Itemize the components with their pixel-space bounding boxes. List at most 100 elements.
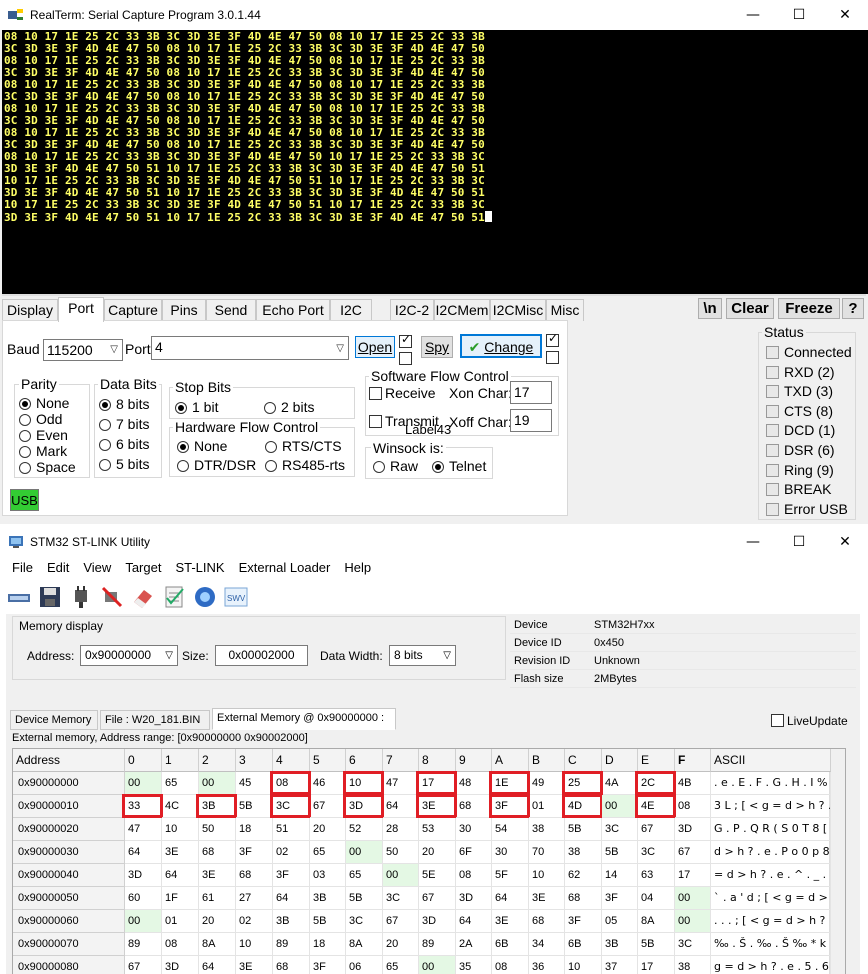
byte-cell[interactable]: 52 xyxy=(346,818,383,841)
stlink-titlebar[interactable]: STM32 ST-LINK Utility — ☐ ✕ xyxy=(0,528,868,556)
tab-i2cmisc[interactable]: I2CMisc xyxy=(490,299,546,321)
byte-cell[interactable]: 00 xyxy=(675,910,711,933)
tab-send[interactable]: Send xyxy=(206,299,256,321)
hw-flow-radio-0[interactable] xyxy=(177,441,189,453)
byte-cell[interactable]: 3F xyxy=(310,956,346,974)
byte-cell[interactable]: 08 xyxy=(492,956,529,974)
minimize-button[interactable]: — xyxy=(730,528,776,556)
byte-cell[interactable]: 17 xyxy=(675,864,711,887)
byte-cell[interactable]: 3D xyxy=(162,956,199,974)
byte-cell[interactable]: 8A xyxy=(346,933,383,956)
rocket-icon[interactable] xyxy=(192,584,218,610)
byte-cell[interactable]: 4B xyxy=(675,772,711,795)
byte-cell[interactable]: 89 xyxy=(125,933,162,956)
byte-cell[interactable]: 4E xyxy=(638,795,675,818)
byte-cell[interactable]: 18 xyxy=(310,933,346,956)
byte-cell[interactable]: 68 xyxy=(456,795,492,818)
menu-target[interactable]: Target xyxy=(125,560,161,575)
winsock-radio-1[interactable] xyxy=(432,461,444,473)
byte-cell[interactable]: 64 xyxy=(383,795,419,818)
byte-cell[interactable]: 64 xyxy=(162,864,199,887)
byte-cell[interactable]: 00 xyxy=(199,772,236,795)
plug-connect-icon[interactable] xyxy=(68,584,94,610)
swv-icon[interactable]: SWV xyxy=(223,584,249,610)
byte-cell[interactable]: 10 xyxy=(346,772,383,795)
byte-cell[interactable]: 00 xyxy=(602,795,638,818)
byte-cell[interactable]: 10 xyxy=(565,956,602,974)
byte-cell[interactable]: 35 xyxy=(456,956,492,974)
byte-cell[interactable]: 3E xyxy=(236,956,273,974)
tab-port[interactable]: Port xyxy=(58,297,104,322)
byte-cell[interactable]: 3E xyxy=(419,795,456,818)
byte-cell[interactable]: 3D xyxy=(125,864,162,887)
data-bits-radio-2[interactable] xyxy=(99,439,111,451)
byte-cell[interactable]: 3F xyxy=(565,910,602,933)
byte-cell[interactable]: 14 xyxy=(602,864,638,887)
byte-cell[interactable]: 3F xyxy=(273,864,310,887)
byte-cell[interactable]: 08 xyxy=(675,795,711,818)
close-button[interactable]: ✕ xyxy=(822,0,868,30)
byte-cell[interactable]: 48 xyxy=(456,772,492,795)
stop-bits-radio-0[interactable] xyxy=(175,402,187,414)
byte-cell[interactable]: 30 xyxy=(492,841,529,864)
byte-cell[interactable]: 37 xyxy=(602,956,638,974)
byte-cell[interactable]: 3C xyxy=(638,841,675,864)
help-button[interactable]: ? xyxy=(842,298,864,319)
byte-cell[interactable]: 17 xyxy=(419,772,456,795)
byte-cell[interactable]: 65 xyxy=(310,841,346,864)
checklist-icon[interactable] xyxy=(161,584,187,610)
byte-cell[interactable]: 65 xyxy=(346,864,383,887)
data-bits-radio-0[interactable] xyxy=(99,399,111,411)
byte-cell[interactable]: 02 xyxy=(236,910,273,933)
byte-cell[interactable]: 67 xyxy=(125,956,162,974)
byte-cell[interactable]: 00 xyxy=(419,956,456,974)
save-icon[interactable] xyxy=(37,584,63,610)
byte-cell[interactable]: 65 xyxy=(162,772,199,795)
byte-cell[interactable]: 68 xyxy=(273,956,310,974)
tab-echo-port[interactable]: Echo Port xyxy=(256,299,330,321)
byte-cell[interactable]: 20 xyxy=(383,933,419,956)
byte-cell[interactable]: 51 xyxy=(273,818,310,841)
byte-cell[interactable]: 45 xyxy=(236,772,273,795)
menu-file[interactable]: File xyxy=(12,560,33,575)
byte-cell[interactable]: 5B xyxy=(236,795,273,818)
byte-cell[interactable]: 34 xyxy=(529,933,565,956)
byte-cell[interactable]: 50 xyxy=(199,818,236,841)
byte-cell[interactable]: 3E xyxy=(492,910,529,933)
ascii-cell[interactable]: ‰ . Š . ‰ . Š ‰ * k xyxy=(711,933,831,956)
newline-button[interactable]: \n xyxy=(698,298,722,319)
byte-cell[interactable]: 38 xyxy=(529,818,565,841)
byte-cell[interactable]: 3E xyxy=(162,841,199,864)
vertical-scrollbar[interactable] xyxy=(829,749,845,974)
byte-cell[interactable]: 5B xyxy=(310,910,346,933)
byte-cell[interactable]: 64 xyxy=(199,956,236,974)
byte-cell[interactable]: 25 xyxy=(565,772,602,795)
byte-cell[interactable]: 4D xyxy=(565,795,602,818)
byte-cell[interactable]: 67 xyxy=(419,887,456,910)
byte-cell[interactable]: 38 xyxy=(565,841,602,864)
ascii-cell[interactable]: g = d > h ? . e . 5 . 6 . 7 xyxy=(711,956,831,974)
byte-cell[interactable]: 60 xyxy=(125,887,162,910)
byte-cell[interactable]: 3C xyxy=(383,887,419,910)
byte-cell[interactable]: 1E xyxy=(492,772,529,795)
byte-cell[interactable]: 5E xyxy=(419,864,456,887)
byte-cell[interactable]: 00 xyxy=(125,910,162,933)
tab-i2c[interactable]: I2C xyxy=(330,299,372,321)
byte-cell[interactable]: 2C xyxy=(638,772,675,795)
byte-cell[interactable]: 8A xyxy=(638,910,675,933)
byte-cell[interactable]: 01 xyxy=(162,910,199,933)
usb-connect-icon[interactable] xyxy=(6,584,32,610)
data-bits-radio-1[interactable] xyxy=(99,419,111,431)
byte-cell[interactable]: 64 xyxy=(456,910,492,933)
byte-cell[interactable]: 89 xyxy=(419,933,456,956)
byte-cell[interactable]: 27 xyxy=(236,887,273,910)
byte-cell[interactable]: 03 xyxy=(310,864,346,887)
byte-cell[interactable]: 67 xyxy=(638,818,675,841)
memory-tab-1[interactable]: File : W20_181.BIN xyxy=(100,710,210,730)
byte-cell[interactable]: 5B xyxy=(346,887,383,910)
byte-cell[interactable]: 3D xyxy=(456,887,492,910)
byte-cell[interactable]: 67 xyxy=(310,795,346,818)
byte-cell[interactable]: 4C xyxy=(162,795,199,818)
byte-cell[interactable]: 68 xyxy=(565,887,602,910)
byte-cell[interactable]: 10 xyxy=(529,864,565,887)
